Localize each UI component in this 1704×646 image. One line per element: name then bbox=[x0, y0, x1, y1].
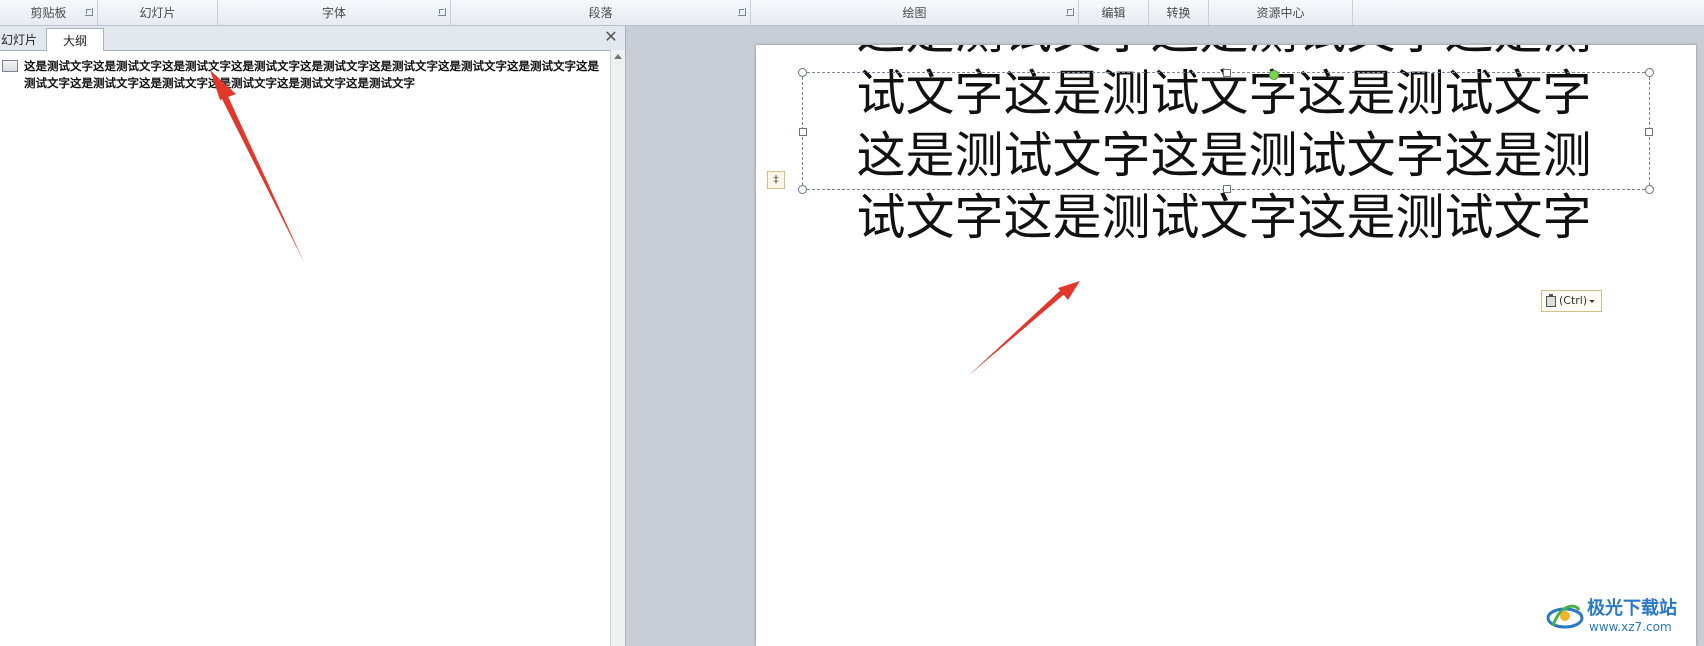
ribbon-group-resource-center: 资源中心 bbox=[1209, 0, 1353, 25]
resize-handle-right[interactable] bbox=[1645, 128, 1653, 136]
chevron-down-icon bbox=[1589, 299, 1596, 303]
resize-handle-top-right[interactable] bbox=[1645, 68, 1654, 77]
clipboard-icon bbox=[1546, 293, 1556, 307]
ribbon-group-clipboard: 剪贴板 bbox=[0, 0, 98, 25]
pane-tab-bar: 幻灯片 大纲 ✕ bbox=[0, 26, 625, 51]
dialog-launcher-icon[interactable] bbox=[438, 8, 446, 16]
ribbon-group-slides-label: 幻灯片 bbox=[139, 6, 176, 20]
ribbon-group-bar: 剪贴板 幻灯片 字体 段落 绘图 编辑 转换 资源中心 bbox=[0, 0, 1704, 26]
watermark-url: www.xz7.com bbox=[1589, 620, 1672, 634]
watermark-logo-icon bbox=[1546, 604, 1584, 629]
resize-handle-top[interactable] bbox=[1223, 69, 1231, 77]
ribbon-group-drawing-label: 绘图 bbox=[902, 6, 927, 20]
dialog-launcher-icon[interactable] bbox=[85, 8, 93, 16]
watermark-title: 极光下载站 bbox=[1587, 598, 1677, 619]
ribbon-group-slides: 幻灯片 bbox=[98, 0, 218, 25]
rotate-handle[interactable] bbox=[1269, 70, 1279, 80]
watermark: 极光下载站 www.xz7.com bbox=[1545, 592, 1700, 642]
outline-pane: 幻灯片 大纲 ✕ 这是测试文字这是测试文字这是测试文字这是测试文字这是测试文字这… bbox=[0, 26, 626, 646]
ribbon-group-convert: 转换 bbox=[1149, 0, 1209, 25]
outline-text[interactable]: 这是测试文字这是测试文字这是测试文字这是测试文字这是测试文字这是测试文字这是测试… bbox=[24, 58, 606, 92]
close-pane-icon[interactable]: ✕ bbox=[603, 29, 619, 45]
ribbon-group-clipboard-label: 剪贴板 bbox=[30, 6, 67, 20]
ribbon-group-resource-center-label: 资源中心 bbox=[1256, 6, 1305, 20]
slide-thumbnail-icon[interactable] bbox=[2, 60, 18, 72]
ribbon-group-convert-label: 转换 bbox=[1166, 6, 1191, 20]
ribbon-group-paragraph: 段落 bbox=[451, 0, 751, 25]
ribbon-group-editing: 编辑 bbox=[1079, 0, 1149, 25]
slide-canvas[interactable]: 这是测试文字这是测试文字这是测试文字这是测试文字这是测试文字这是测试文字这是测试… bbox=[756, 45, 1696, 646]
dialog-launcher-icon[interactable] bbox=[738, 8, 746, 16]
resize-handle-bottom[interactable] bbox=[1223, 185, 1231, 193]
resize-handle-left[interactable] bbox=[799, 128, 807, 136]
tab-slides[interactable]: 幻灯片 bbox=[0, 28, 44, 50]
resize-handle-bottom-left[interactable] bbox=[798, 185, 807, 194]
ribbon-group-font: 字体 bbox=[218, 0, 451, 25]
ribbon-group-drawing: 绘图 bbox=[751, 0, 1079, 25]
selected-textbox-frame[interactable] bbox=[798, 68, 1654, 194]
outline-vertical-scrollbar[interactable] bbox=[610, 50, 625, 646]
autofit-options-icon[interactable]: ‡ bbox=[767, 171, 785, 189]
paste-options-button[interactable]: (Ctrl) bbox=[1541, 290, 1602, 312]
resize-handle-top-left[interactable] bbox=[798, 68, 807, 77]
tab-outline[interactable]: 大纲 bbox=[46, 28, 104, 51]
dialog-launcher-icon[interactable] bbox=[1066, 8, 1074, 16]
ribbon-group-font-label: 字体 bbox=[321, 6, 346, 20]
ribbon-group-editing-label: 编辑 bbox=[1101, 6, 1126, 20]
resize-handle-bottom-right[interactable] bbox=[1645, 185, 1654, 194]
paste-options-label: (Ctrl) bbox=[1559, 294, 1588, 307]
scroll-up-icon[interactable] bbox=[614, 54, 622, 59]
ribbon-group-paragraph-label: 段落 bbox=[588, 6, 613, 20]
